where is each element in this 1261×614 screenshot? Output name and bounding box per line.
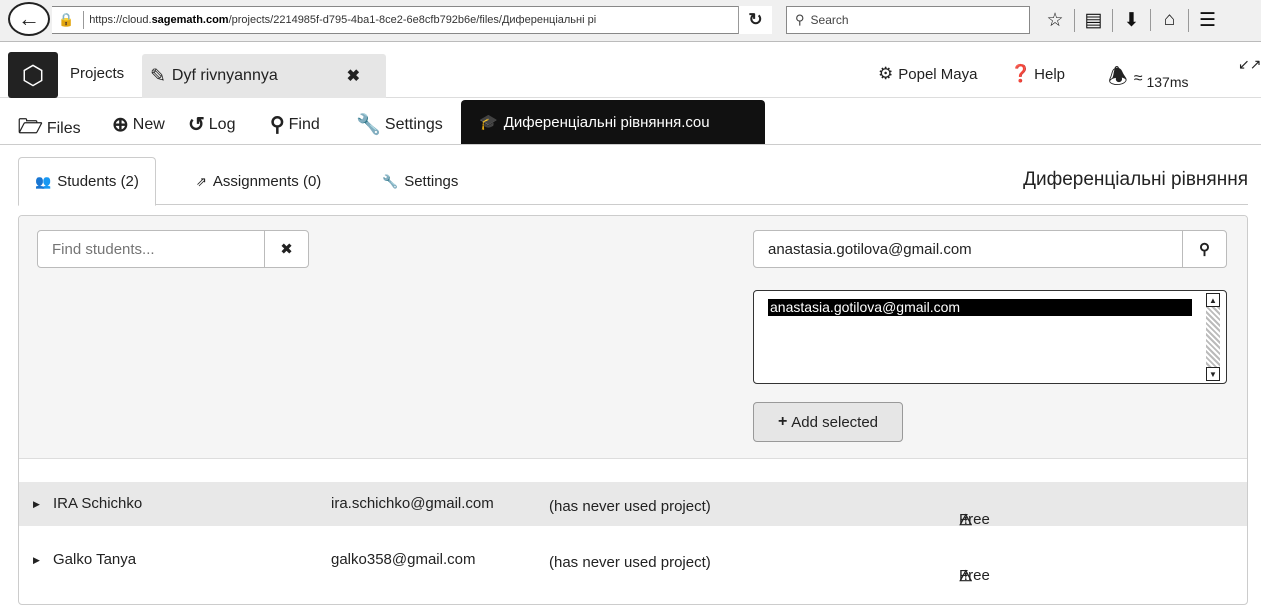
nav-projects[interactable]: Projects [70, 65, 124, 82]
gear-icon: ⚙ [878, 64, 894, 83]
student-status: (has never used project) [549, 554, 711, 571]
browser-search-input[interactable]: ⚲ Search [786, 6, 1030, 34]
settings-label: Settings [384, 115, 443, 133]
project-toolbar: 🗁 Files ⊕ New ↺ Log ⚲ Find 🔧 Settings 🎓 Дифер… [0, 100, 1261, 144]
nav-account[interactable]: ⚙ Popel Maya [878, 64, 977, 84]
add-student-email-input[interactable] [754, 231, 1184, 267]
tab-assignments-label: Assignments (0) [212, 173, 322, 190]
compress-icon[interactable]: ↙↗ [1238, 56, 1261, 73]
new-button[interactable]: ⊕ New [112, 112, 165, 137]
listbox-scrollbar[interactable]: ▲ ▼ [1206, 293, 1220, 381]
search-placeholder: Search [810, 13, 849, 27]
top-nav: ⬡ Projects ✎ Dyf rivnyannya ✖ ⚙ Popel Ma… [0, 48, 1261, 98]
ping-value: 137ms [1146, 74, 1189, 90]
project-tab-label: Dyf rivnyannya [171, 67, 278, 84]
home-icon[interactable]: ⌂ [1150, 9, 1188, 31]
new-label: New [132, 115, 165, 133]
scroll-up-icon[interactable]: ▲ [1206, 293, 1220, 307]
student-name: Galko Tanya [53, 551, 137, 568]
download-icon[interactable]: ⬇ [1112, 8, 1150, 32]
users-icon: 👥 [35, 173, 52, 189]
bell-icon[interactable]: 🕭 [1108, 60, 1128, 98]
student-row[interactable]: ▶ IRA Schichko ira.schichko@gmail.com (h… [19, 482, 1247, 529]
reading-list-icon[interactable]: ▤ [1074, 8, 1112, 32]
course-tabs: 👥 Students (2) ⇗ Assignments (0) 🔧 Setti… [18, 157, 1248, 206]
project-tab[interactable]: ✎ Dyf rivnyannya ✖ [142, 54, 386, 98]
add-student-group: ⚲ [753, 230, 1227, 268]
add-selected-label: Add selected [791, 413, 879, 431]
tab-students[interactable]: 👥 Students (2) [18, 157, 156, 206]
star-icon[interactable]: ☆ [1036, 9, 1074, 32]
files-button[interactable]: 🗁 Files [18, 112, 81, 146]
graduation-cap-icon: 🎓 [479, 114, 498, 131]
expand-caret-icon[interactable]: ▶ [33, 499, 40, 510]
url-path: /projects/2214985f-d795-4ba1-8ce2-6e8cfb… [228, 14, 597, 26]
plus-circle-icon: ⊕ [112, 114, 129, 136]
search-icon: ⚲ [795, 12, 805, 27]
course-editor: 👥 Students (2) ⇗ Assignments (0) 🔧 Setti… [0, 144, 1261, 614]
share-icon: ⇗ [196, 173, 207, 189]
students-panel: ✖ ⚲ anastasia.gotilova@gmail.com ▲ ▼ + A… [18, 215, 1248, 605]
search-result-option[interactable]: anastasia.gotilova@gmail.com [768, 299, 1192, 316]
student-controls: ✖ ⚲ anastasia.gotilova@gmail.com ▲ ▼ + A… [19, 216, 1247, 459]
search-results-listbox[interactable]: anastasia.gotilova@gmail.com ▲ ▼ [753, 290, 1227, 384]
student-name: IRA Schichko [53, 495, 143, 512]
close-icon[interactable]: ✖ [347, 66, 360, 86]
wifi-icon: ≈ [1133, 70, 1143, 87]
url-prefix: https://cloud. [89, 14, 152, 26]
clear-circle-icon[interactable]: ✖ [264, 231, 308, 267]
nav-help[interactable]: ❓ Help [1010, 64, 1065, 84]
folder-open-icon: 🗁 [18, 116, 43, 138]
url-text: https://cloud.sagemath.com/projects/2214… [89, 14, 596, 26]
open-file-tab[interactable]: 🎓 Диференціальні рівняння.cou [461, 100, 765, 144]
search-icon[interactable]: ⚲ [1182, 231, 1226, 267]
files-label: Files [46, 120, 81, 137]
browser-toolbar: ← 🔒 https://cloud.sagemath.com/projects/… [0, 0, 1261, 42]
nav-status: 🕭 ≈ 137ms [1108, 60, 1189, 98]
student-email: galko358@gmail.com [331, 551, 476, 568]
student-email: ira.schichko@gmail.com [331, 495, 494, 512]
user-name: Popel Maya [898, 65, 978, 83]
tab-settings-label: Settings [404, 173, 459, 190]
edit-icon: ✎ [150, 65, 166, 87]
settings-button[interactable]: 🔧 Settings [356, 112, 443, 137]
lock-icon: 🔒 [58, 12, 75, 27]
reload-icon[interactable]: ↻ [738, 6, 772, 34]
url-domain: sagemath.com [151, 14, 229, 26]
open-file-tab-label: Диференціальні рівняння.cou [503, 113, 710, 131]
divider [83, 11, 85, 29]
find-students-group: ✖ [37, 230, 309, 268]
tab-assignments[interactable]: ⇗ Assignments (0) [180, 157, 337, 206]
help-icon: ❓ [1010, 64, 1032, 83]
plus-icon: + [777, 413, 788, 430]
scroll-down-icon[interactable]: ▼ [1206, 367, 1220, 381]
student-status: (has never used project) [549, 498, 711, 515]
find-button[interactable]: ⚲ Find [270, 112, 320, 137]
plan-label: Free [959, 567, 990, 584]
find-label: Find [288, 115, 320, 133]
log-label: Log [208, 115, 236, 133]
help-label: Help [1034, 65, 1066, 83]
plan-label: Free [959, 511, 990, 528]
menu-icon[interactable]: ☰ [1188, 8, 1226, 32]
student-row[interactable]: ▶ Galko Tanya galko358@gmail.com (has ne… [19, 538, 1247, 585]
address-bar[interactable]: 🔒 https://cloud.sagemath.com/projects/22… [52, 6, 772, 34]
tab-settings[interactable]: 🔧 Settings [366, 157, 474, 206]
tab-students-label: Students (2) [57, 173, 139, 190]
find-students-input[interactable] [38, 231, 264, 267]
history-icon: ↺ [188, 114, 205, 136]
course-title: Диференціальні рівняння [1023, 169, 1248, 190]
search-icon: ⚲ [270, 114, 285, 136]
expand-caret-icon[interactable]: ▶ [33, 555, 40, 566]
wrench-icon: 🔧 [356, 114, 381, 136]
sagemath-logo-icon[interactable]: ⬡ [8, 52, 58, 98]
wrench-icon: 🔧 [382, 173, 399, 189]
add-selected-button[interactable]: + Add selected [753, 402, 903, 442]
back-arrow-icon[interactable]: ← [8, 2, 50, 36]
log-button[interactable]: ↺ Log [188, 112, 235, 137]
browser-toolbar-icons: ☆ ▤ ⬇ ⌂ ☰ [1036, 4, 1226, 36]
